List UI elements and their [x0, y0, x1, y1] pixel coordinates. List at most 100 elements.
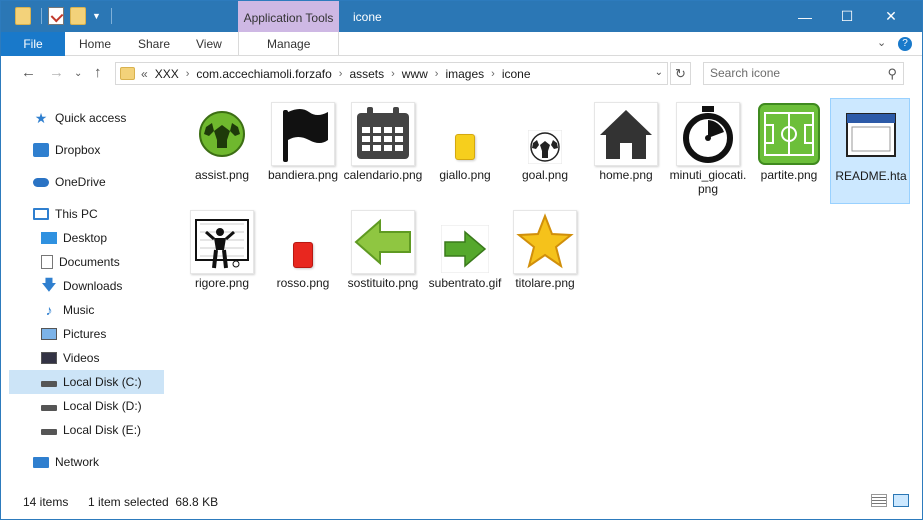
forward-button[interactable]: →: [49, 64, 64, 81]
new-folder-icon[interactable]: [70, 7, 86, 25]
file-item-minuti-giocati[interactable]: minuti_giocati.png: [668, 98, 748, 204]
file-name: sostituito.png: [347, 276, 419, 290]
file-item-assist[interactable]: assist.png: [182, 98, 262, 204]
sidebar-item-pictures[interactable]: Pictures: [41, 322, 166, 346]
back-button[interactable]: ←: [21, 64, 36, 81]
pictures-icon: [41, 328, 57, 340]
tab-share[interactable]: Share: [138, 32, 170, 56]
status-bar: 14 items 1 item selected 68.8 KB: [1, 488, 922, 519]
close-button[interactable]: ✕: [868, 1, 914, 32]
properties-icon[interactable]: [48, 7, 64, 25]
breadcrumb-item[interactable]: com.accechiamoli.forzafo: [196, 67, 331, 81]
help-icon[interactable]: ?: [898, 37, 912, 51]
customize-toolbar-icon[interactable]: ▼: [92, 11, 101, 21]
stopwatch-icon: [676, 102, 740, 166]
file-item-goal[interactable]: goal.png: [505, 98, 585, 204]
sidebar-item-desktop[interactable]: Desktop: [41, 226, 166, 250]
penalty-icon: [190, 210, 254, 274]
search-placeholder: Search icone: [710, 66, 781, 80]
selection-info: 1 item selected 68.8 KB: [88, 495, 219, 509]
sidebar-item-local-disk-e[interactable]: Local Disk (E:): [41, 418, 166, 442]
tab-manage[interactable]: Manage: [267, 32, 310, 56]
file-item-calendario[interactable]: calendario.png: [343, 98, 423, 204]
file-name: giallo.png: [439, 168, 491, 182]
sidebar-item-local-disk-c[interactable]: Local Disk (C:): [9, 370, 164, 394]
tab-view[interactable]: View: [196, 32, 222, 56]
file-item-rosso[interactable]: rosso.png: [263, 206, 343, 312]
sidebar-item-network[interactable]: Network: [33, 450, 166, 474]
breadcrumb-item[interactable]: XXX: [155, 67, 179, 81]
chevron-right-icon[interactable]: ›: [435, 68, 439, 80]
address-dropdown-icon[interactable]: ⌄: [655, 67, 663, 78]
chevron-right-icon[interactable]: ›: [491, 68, 495, 80]
breadcrumb-item[interactable]: www: [402, 67, 428, 81]
downloads-icon: 🡇: [41, 277, 57, 294]
sidebar-item-label: Quick access: [55, 111, 127, 125]
minimize-button[interactable]: —: [782, 1, 828, 32]
drive-icon: [41, 405, 57, 411]
home-icon: [594, 102, 658, 166]
tab-file[interactable]: File: [1, 32, 65, 56]
chevron-right-icon[interactable]: ›: [391, 68, 395, 80]
hta-application-icon: [839, 103, 903, 167]
file-item-giallo[interactable]: giallo.png: [425, 98, 505, 204]
sidebar-item-local-disk-d[interactable]: Local Disk (D:): [41, 394, 166, 418]
expand-ribbon-icon[interactable]: ⌄: [877, 36, 886, 49]
file-name: goal.png: [521, 168, 569, 182]
file-item-bandiera[interactable]: bandiera.png: [263, 98, 343, 204]
chevron-right-icon[interactable]: ›: [339, 68, 343, 80]
yellow-card-icon: [433, 102, 497, 166]
sidebar-item-dropbox[interactable]: Dropbox: [33, 138, 166, 162]
search-input[interactable]: Search icone ⚲: [703, 62, 904, 85]
sidebar-item-label: Local Disk (D:): [63, 399, 142, 413]
sidebar-item-label: Desktop: [63, 231, 108, 245]
breadcrumb-overflow[interactable]: «: [141, 67, 148, 81]
file-item-titolare[interactable]: titolare.png: [505, 206, 585, 312]
sidebar-item-downloads[interactable]: 🡇 Downloads: [41, 274, 166, 298]
documents-icon: [41, 255, 53, 269]
dropbox-icon: [33, 143, 49, 157]
breadcrumb-item[interactable]: icone: [502, 67, 531, 81]
sidebar-item-label: Downloads: [63, 279, 123, 293]
search-icon: ⚲: [887, 66, 897, 81]
recent-locations-button[interactable]: ⌄: [74, 68, 82, 79]
sidebar-item-label: Local Disk (E:): [63, 423, 142, 437]
chevron-right-icon[interactable]: ›: [186, 68, 190, 80]
tab-home[interactable]: Home: [79, 32, 111, 56]
file-name: rigore.png: [194, 276, 250, 290]
soccer-field-icon: [757, 102, 821, 166]
up-button[interactable]: ↑: [94, 64, 102, 81]
item-count: 14 items: [23, 495, 69, 509]
file-item-subentrato[interactable]: subentrato.gif: [425, 206, 505, 312]
sidebar-item-quick-access[interactable]: ★ Quick access: [33, 106, 166, 130]
ribbon-tabs: File Home Share View Manage ⌄ ?: [1, 32, 922, 56]
file-item-sostituito[interactable]: sostituito.png: [343, 206, 423, 312]
sidebar-item-videos[interactable]: Videos: [41, 346, 166, 370]
breadcrumb-item[interactable]: assets: [349, 67, 384, 81]
sidebar-item-documents[interactable]: Documents: [41, 250, 166, 274]
large-icons-view-icon[interactable]: [893, 494, 909, 507]
breadcrumb-item[interactable]: images: [445, 67, 484, 81]
file-item-readme[interactable]: README.hta: [830, 98, 910, 204]
sidebar-item-label: Documents: [59, 255, 120, 269]
sidebar-item-music[interactable]: ♪ Music: [41, 298, 166, 322]
file-item-partite[interactable]: partite.png: [749, 98, 829, 204]
details-view-icon[interactable]: [871, 494, 887, 507]
sidebar-item-label: Videos: [63, 351, 100, 365]
star-gold-icon: [513, 210, 577, 274]
sidebar-item-label: OneDrive: [55, 175, 106, 189]
folder-icon[interactable]: [15, 7, 31, 25]
address-bar[interactable]: « XXX › com.accechiamoli.forzafo › asset…: [115, 62, 668, 85]
file-list: assist.png bandiera.png calendario.png g…: [172, 92, 912, 488]
sidebar-item-this-pc[interactable]: This PC: [33, 202, 166, 226]
file-name: README.hta: [835, 169, 907, 183]
sidebar-item-onedrive[interactable]: OneDrive: [33, 170, 166, 194]
title-bar: ▼ Application Tools icone — ☐ ✕: [1, 1, 922, 32]
maximize-button[interactable]: ☐: [824, 1, 870, 32]
file-item-home[interactable]: home.png: [586, 98, 666, 204]
file-item-rigore[interactable]: rigore.png: [182, 206, 262, 312]
refresh-button[interactable]: ↻: [670, 62, 691, 85]
network-icon: [33, 456, 49, 468]
file-name: subentrato.gif: [428, 276, 502, 290]
context-tab-application-tools: Application Tools: [238, 1, 339, 32]
